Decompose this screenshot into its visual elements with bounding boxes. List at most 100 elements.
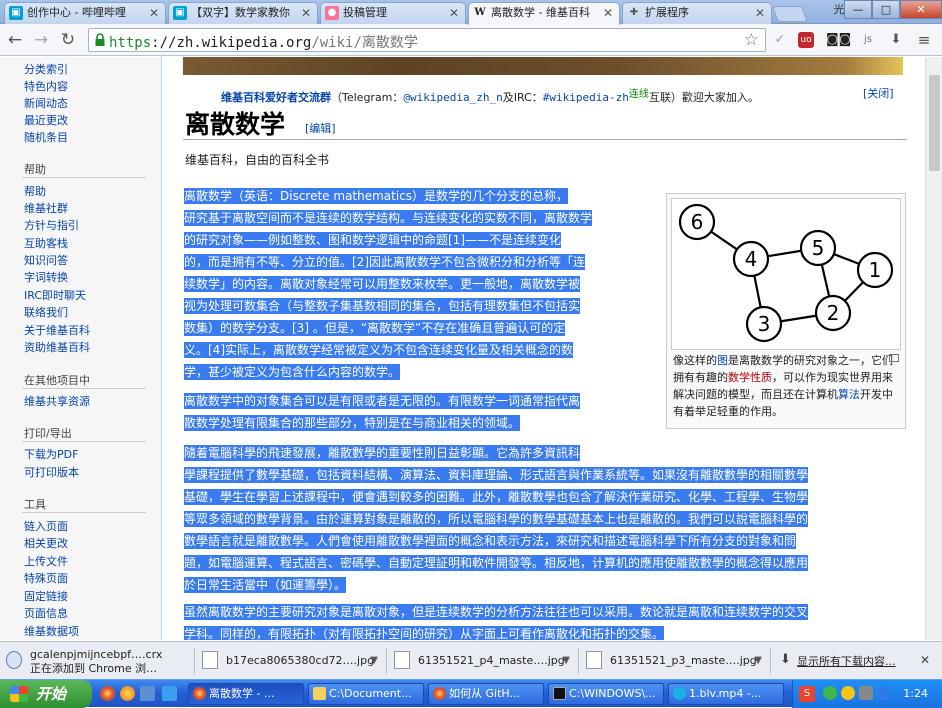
chevron-down-icon[interactable]: ▼ xyxy=(370,654,378,667)
tab-upload-manage[interactable]: ● 投稿管理 ✕ xyxy=(320,2,466,24)
taskbar-button-documents[interactable]: C:\Document... xyxy=(308,683,424,705)
close-icon[interactable]: ✕ xyxy=(920,653,930,667)
download-item[interactable]: 61351521_p3_maste….jpg ▼ xyxy=(586,647,766,675)
firefox-icon[interactable] xyxy=(120,686,135,701)
star-icon[interactable]: ☆ xyxy=(744,30,759,50)
sidebar-link[interactable]: 新闻动态 xyxy=(24,95,68,111)
graph-node-label: 5 xyxy=(812,236,825,260)
close-notice-link[interactable]: [关闭] xyxy=(863,85,894,101)
paragraph-line: 离散数学中的对象集合可以是有限或者是无限的。有限数学一词通常指代离 xyxy=(184,393,581,409)
graph-image[interactable]: 6 4 5 1 3 2 xyxy=(671,198,901,350)
figure-caption: 像这样的图是离散数学的研究对象之一，它们拥有有趣的数学性质，可以作为现实世界用来… xyxy=(673,354,893,418)
taskbar-button-video[interactable]: 1.blv.mp4 -... xyxy=(668,683,784,705)
console-icon xyxy=(553,687,566,700)
download-arrow-icon[interactable]: ⬇ xyxy=(886,30,906,50)
sidebar-link[interactable]: 最近更改 xyxy=(24,112,68,128)
tab-close-icon[interactable]: ✕ xyxy=(603,3,613,23)
caption-link-algorithm[interactable]: 算法 xyxy=(838,388,860,401)
download-item[interactable]: gcalenpjmijncebpf….crx 正在添加到 Chrome 浏… xyxy=(6,647,192,675)
show-all-downloads-link[interactable]: 显示所有下载内容... xyxy=(797,653,896,669)
sidebar-link[interactable]: 帮助 xyxy=(24,183,46,199)
sidebar-link[interactable]: 字词转换 xyxy=(24,269,68,285)
new-tab-button[interactable] xyxy=(772,6,808,22)
sidebar-link[interactable]: 维基共享资源 xyxy=(24,393,90,409)
scrollbar-thumb[interactable] xyxy=(929,75,940,171)
app-tray-icon[interactable]: S xyxy=(799,686,815,702)
reload-icon[interactable]: ↻ xyxy=(57,29,79,51)
js-icon[interactable]: js xyxy=(858,30,878,50)
sidebar-link[interactable]: 联络我们 xyxy=(24,304,68,320)
download-item[interactable]: 61351521_p4_maste….jpg ▼ xyxy=(394,647,574,675)
back-arrow-icon[interactable]: ← xyxy=(4,29,26,51)
vertical-scrollbar[interactable] xyxy=(925,57,942,640)
sidebar-link[interactable]: 相关更改 xyxy=(24,535,68,551)
tab-close-icon[interactable]: ✕ xyxy=(149,3,159,23)
chevron-down-icon[interactable]: ▼ xyxy=(562,654,570,667)
start-button[interactable]: 开始 xyxy=(0,680,92,708)
caption-link-math-properties[interactable]: 数学性质 xyxy=(728,371,772,384)
chrome-icon[interactable] xyxy=(100,686,115,701)
sidebar-link[interactable]: 维基数据项 xyxy=(24,623,79,639)
sidebar-link[interactable]: 分类索引 xyxy=(24,61,68,77)
sidebar-link[interactable]: 资助维基百科 xyxy=(24,339,90,355)
taskbar-button-github[interactable]: 如何从 GitH... xyxy=(428,683,544,705)
download-filename: gcalenpjmijncebpf….crx xyxy=(30,648,163,661)
sidebar-link[interactable]: 随机条目 xyxy=(24,129,68,145)
tab-label: 离散数学 - 维基百科 xyxy=(491,6,590,19)
volume-icon[interactable] xyxy=(877,686,891,700)
sidebar-link[interactable]: 关于维基百科 xyxy=(24,322,90,338)
translate-icon[interactable]: ✓ xyxy=(770,30,790,50)
sidebar-link[interactable]: 下载为PDF xyxy=(24,446,78,462)
edit-link[interactable]: [编辑] xyxy=(305,120,336,136)
wikipedia-icon: W xyxy=(474,7,486,18)
adblock-icon[interactable]: uo xyxy=(798,32,814,48)
tab-close-icon[interactable]: ✕ xyxy=(449,3,459,23)
taskbar-button-wikipedia[interactable]: 离散数学 - ... xyxy=(188,683,304,705)
tab-bilibili-creator[interactable]: ▣ 创作中心 - 哔哩哔哩 ✕ xyxy=(4,2,166,24)
sidebar-link[interactable]: 知识问答 xyxy=(24,252,68,268)
sidebar-link[interactable]: 上传文件 xyxy=(24,553,68,569)
sidebar-link[interactable]: 互助客栈 xyxy=(24,235,68,251)
tab-label: 投稿管理 xyxy=(343,6,387,19)
tab-bilibili-video[interactable]: ▣ 【双字】数学家教你 ✕ xyxy=(168,2,318,24)
glasses-icon[interactable]: ◙◙ xyxy=(826,30,851,50)
graph-diagram: 6 4 5 1 3 2 xyxy=(678,203,894,343)
tab-close-icon[interactable]: ✕ xyxy=(755,3,765,23)
sidebar-link[interactable]: 特色内容 xyxy=(24,78,68,94)
tab-extensions[interactable]: ✚ 扩展程序 ✕ xyxy=(622,2,772,24)
download-item[interactable]: b17eca8065380cd72….jpg ▼ xyxy=(202,647,382,675)
tab-close-icon[interactable]: ✕ xyxy=(301,3,311,23)
sidebar-link[interactable]: 可打印版本 xyxy=(24,464,79,480)
address-bar[interactable]: https://zh.wikipedia.org/wiki/离散数学 ☆ xyxy=(88,28,766,52)
sidebar-link[interactable]: 链入页面 xyxy=(24,518,68,534)
maximize-button[interactable]: □ xyxy=(872,0,900,19)
minimize-button[interactable]: — xyxy=(844,0,872,19)
sidebar-link[interactable]: 方针与指引 xyxy=(24,217,79,233)
graph-node-label: 2 xyxy=(827,301,840,325)
paragraph-line: 的研究对象——例如整数、图和数学逻辑中的命题[1]——不是连续变化 xyxy=(184,232,562,248)
sidebar-link[interactable]: 页面信息 xyxy=(24,605,68,621)
paragraph-continuous: 虽然离散数学的主要研究对象是离散对象，但是连续数学的分析方法往往也可以采用。数论… xyxy=(184,601,908,640)
caption-link-graph[interactable]: 图 xyxy=(717,354,728,367)
magnify-icon[interactable] xyxy=(889,354,899,362)
chevron-down-icon[interactable]: ▼ xyxy=(754,654,762,667)
quicklaunch-icon[interactable] xyxy=(162,686,177,701)
page-tagline: 维基百科，自由的百科全书 xyxy=(185,153,330,167)
close-button[interactable]: ✕ xyxy=(900,0,942,19)
download-filename: b17eca8065380cd72….jpg xyxy=(226,654,375,667)
menu-icon[interactable]: ≡ xyxy=(914,30,934,50)
sidebar-link[interactable]: IRC即时聊天 xyxy=(24,287,86,303)
tab-wikipedia[interactable]: W 离散数学 - 维基百科 ✕ xyxy=(468,2,620,25)
forward-arrow-icon[interactable]: → xyxy=(30,29,52,51)
paragraph-line: 义。[4]实际上，离散数学经常被定义为不包含连续变化量及相关概念的数 xyxy=(184,342,574,358)
paragraph-line: 數學語言就是離散數學。人們會使用離散數學裡面的概念和表示方法，來研究和描述電腦科… xyxy=(184,533,797,549)
tray-icon[interactable] xyxy=(841,686,855,700)
sidebar-link[interactable]: 维基社群 xyxy=(24,200,68,216)
taskbar-button-cmd[interactable]: C:\WINDOWS\... xyxy=(548,683,664,705)
sidebar-link[interactable]: 固定链接 xyxy=(24,588,68,604)
tray-icon[interactable] xyxy=(823,686,837,700)
paragraph-line: 於日常生活當中（如運籌學）。 xyxy=(184,577,347,593)
explorer-icon[interactable] xyxy=(140,686,155,701)
sidebar-link[interactable]: 特殊页面 xyxy=(24,570,68,586)
network-icon[interactable] xyxy=(859,686,873,700)
